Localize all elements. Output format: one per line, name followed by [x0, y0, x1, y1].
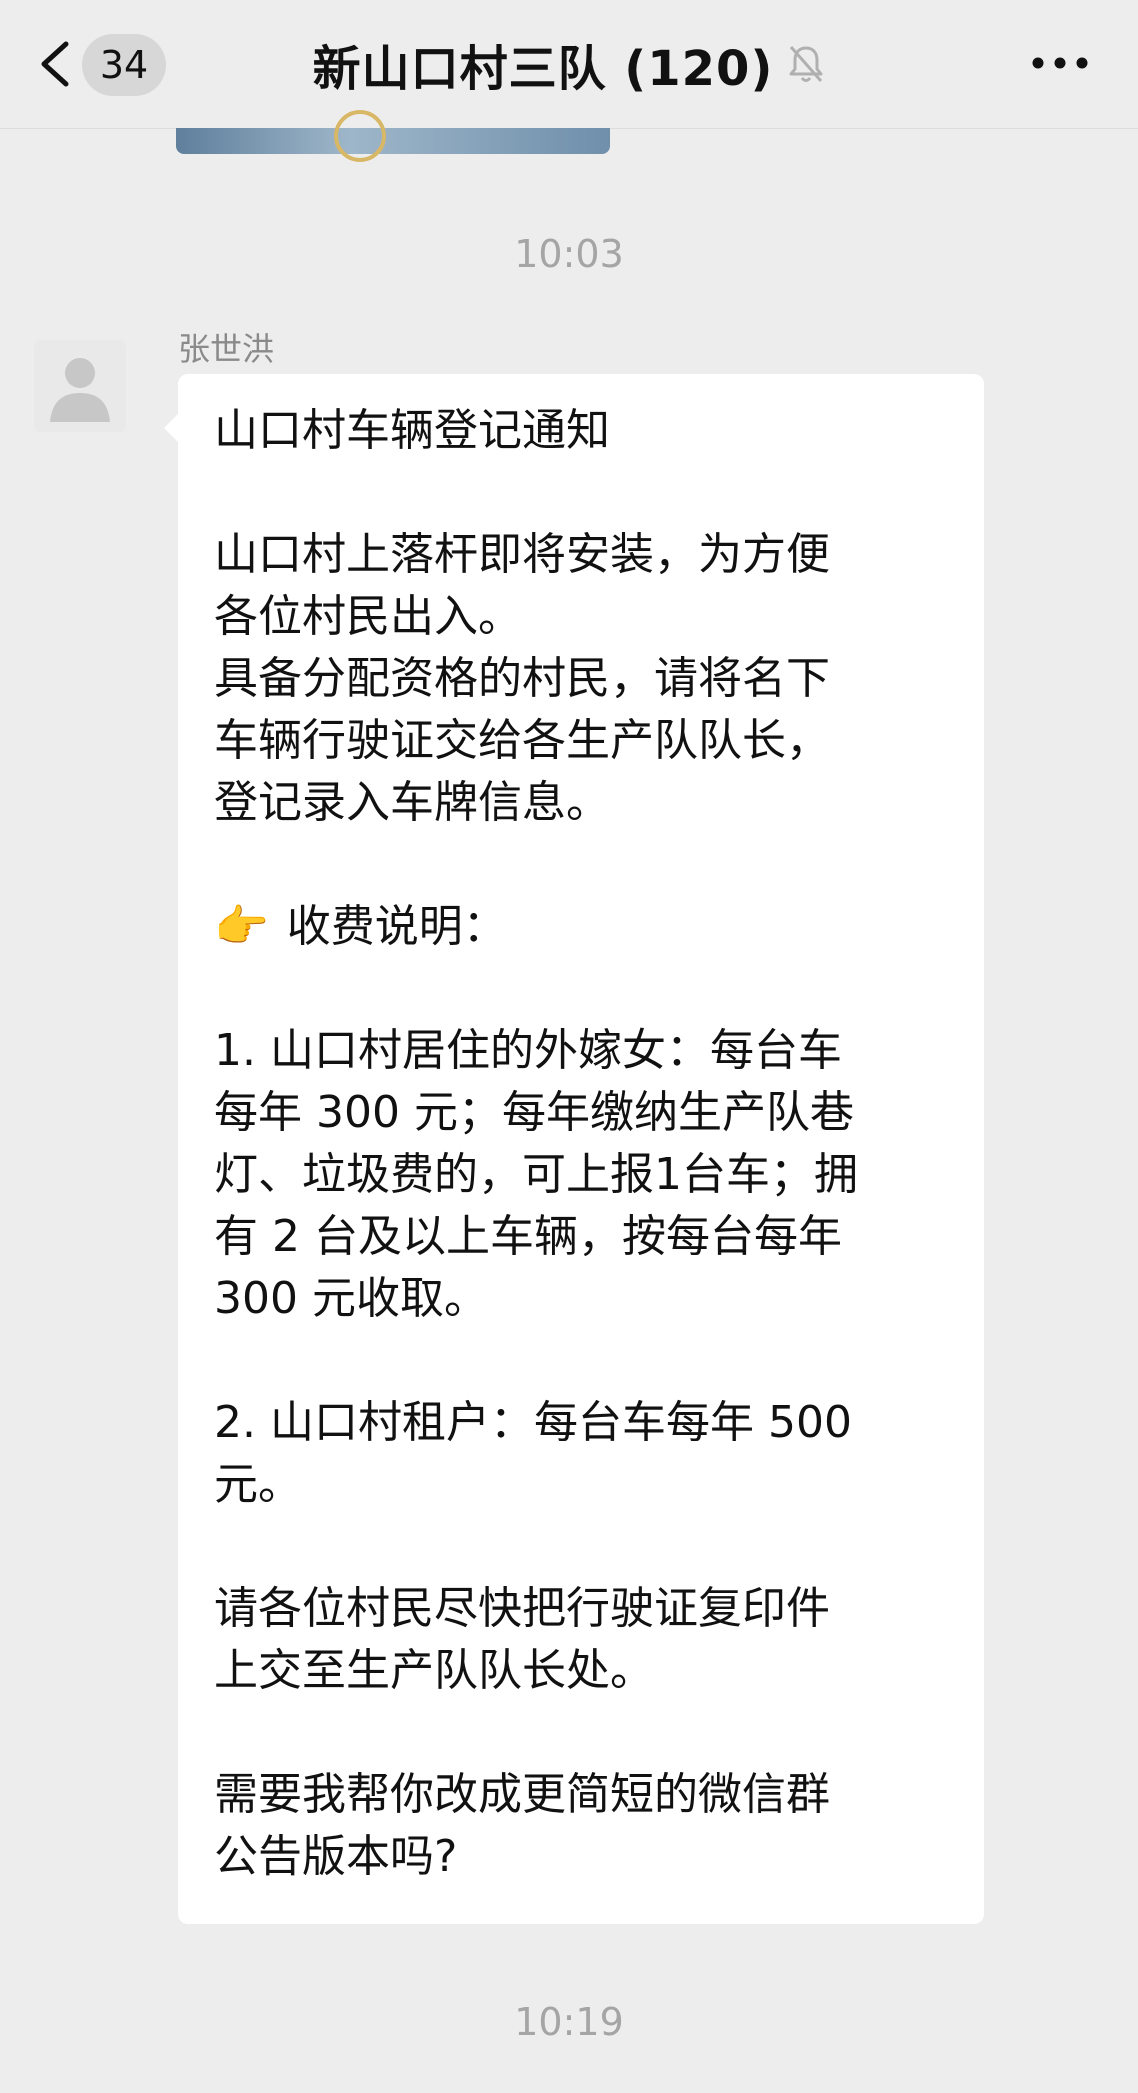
- text-line: 车辆行驶证交给各生产队队长，: [214, 715, 830, 766]
- timestamp: 10:03: [514, 232, 624, 276]
- chevron-left-icon[interactable]: [30, 36, 86, 92]
- bubble-tail: [164, 414, 178, 442]
- text-line: 各位村民出入。: [214, 591, 522, 642]
- chat-title: 新山口村三队 (120): [312, 41, 774, 97]
- text-line: 公告版本吗?: [214, 1831, 458, 1882]
- pointing-hand-icon: 👉: [214, 901, 269, 952]
- text-line: 请各位村民尽快把行驶证复印件: [214, 1583, 830, 1634]
- previous-image-message[interactable]: [176, 110, 610, 162]
- avatar-silhouette: [50, 358, 110, 422]
- top-bar: 34 新山口村三队 (120): [0, 0, 1138, 129]
- text-line: 每年 300 元；每年缴纳生产队巷: [214, 1087, 854, 1138]
- message-text: 山口村车辆登记通知 山口村上落杆即将安装，为方便 各位村民出入。 具备分配资格的…: [214, 400, 954, 1888]
- text-line: 有 2 台及以上车辆，按每台每年: [214, 1211, 842, 1262]
- fee-heading: 收费说明：: [286, 901, 507, 952]
- notice-heading: 山口村车辆登记通知: [214, 405, 610, 456]
- fee-heading-line: 👉 收费说明：: [214, 896, 954, 958]
- text-line: 具备分配资格的村民，请将名下: [214, 653, 830, 704]
- bell-off-icon: [789, 46, 823, 82]
- image-logo: [334, 110, 386, 162]
- text-line: 元。: [214, 1459, 302, 1510]
- text-line: 1. 山口村居住的外嫁女：每台车: [214, 1025, 842, 1076]
- default-avatar-icon[interactable]: [34, 340, 126, 432]
- unread-count-badge[interactable]: 34: [82, 34, 166, 96]
- text-line: 300 元收取。: [214, 1273, 488, 1324]
- message-bubble[interactable]: 山口村车辆登记通知 山口村上落杆即将安装，为方便 各位村民出入。 具备分配资格的…: [164, 374, 984, 1924]
- text-line: 需要我帮你改成更简短的微信群: [214, 1769, 830, 1820]
- text-line: 上交至生产队队长处。: [214, 1645, 654, 1696]
- more-dots-icon[interactable]: [1030, 50, 1090, 76]
- text-line: 登记录入车牌信息。: [214, 777, 610, 828]
- text-line: 灯、垃圾费的，可上报1台车；拥: [214, 1149, 858, 1200]
- title-area: 新山口村三队 (120): [0, 0, 1138, 128]
- text-line: 2. 山口村租户：每台车每年 500: [214, 1397, 852, 1448]
- timestamp: 10:19: [514, 2000, 624, 2044]
- sender-name: 张世洪: [178, 330, 275, 368]
- text-line: 山口村上落杆即将安装，为方便: [214, 529, 830, 580]
